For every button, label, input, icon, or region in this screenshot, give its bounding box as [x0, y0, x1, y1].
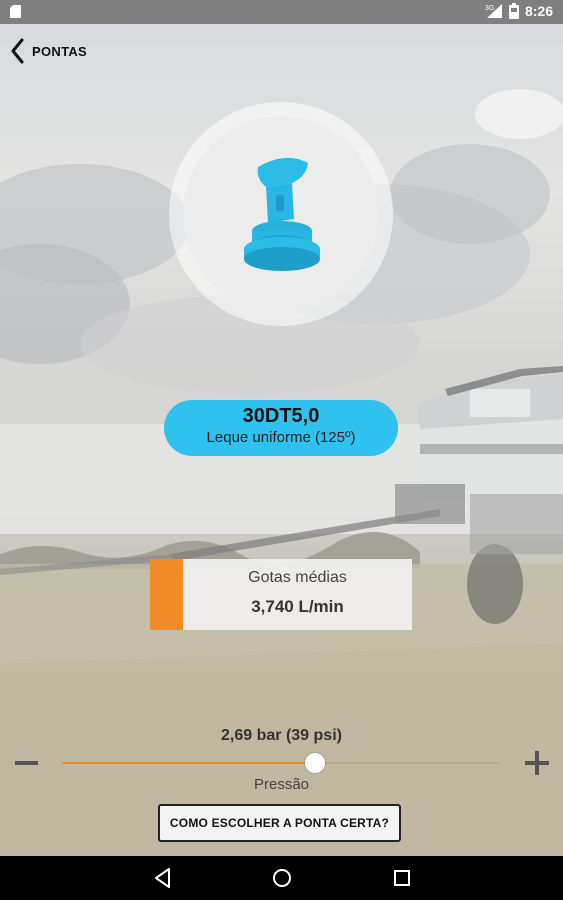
- product-image-frame: [169, 102, 393, 326]
- increase-pressure-button[interactable]: [525, 751, 549, 775]
- pressure-slider-track[interactable]: [62, 753, 499, 773]
- clock: 8:26: [524, 3, 553, 19]
- battery-icon: [508, 3, 519, 19]
- sim-card-icon: [10, 5, 21, 18]
- how-to-choose-button[interactable]: COMO ESCOLHER A PONTA CERTA?: [158, 804, 401, 842]
- droplet-size-label: Gotas médias: [248, 569, 347, 586]
- product-description: Leque uniforme (125º): [206, 429, 356, 446]
- home-circle-icon[interactable]: [270, 866, 294, 890]
- nozzle-icon: [244, 157, 320, 271]
- droplet-info-card: Gotas médias 3,740 L/min: [150, 559, 412, 630]
- network-type-label: 3G: [485, 5, 494, 12]
- decrease-pressure-button[interactable]: [14, 752, 40, 774]
- minus-icon: [15, 761, 38, 765]
- pressure-slider-thumb[interactable]: [305, 753, 326, 773]
- chevron-left-icon: [11, 38, 24, 64]
- product-code: 30DT5,0: [242, 405, 320, 427]
- back-label: PONTAS: [32, 43, 88, 59]
- pressure-value: 2,69 bar (39 psi): [221, 727, 342, 744]
- product-image-background: [183, 116, 379, 312]
- pressure-label: Pressão: [253, 776, 310, 793]
- pressure-slider-row: [0, 748, 563, 778]
- status-bar: 3G 8:26: [0, 0, 563, 24]
- system-navigation-bar: [0, 856, 563, 900]
- back-triangle-icon[interactable]: [151, 866, 175, 890]
- back-button[interactable]: PONTAS: [10, 36, 87, 66]
- recents-square-icon[interactable]: [390, 866, 414, 890]
- status-icons: 3G 8:26: [485, 3, 553, 19]
- signal-icon: 3G: [485, 4, 502, 18]
- droplet-size-color-swatch: [150, 559, 183, 630]
- pressure-slider-fill: [62, 762, 316, 764]
- flow-rate-value: 3,740 L/min: [251, 597, 344, 616]
- product-info-pill: 30DT5,0 Leque uniforme (125º): [164, 400, 398, 456]
